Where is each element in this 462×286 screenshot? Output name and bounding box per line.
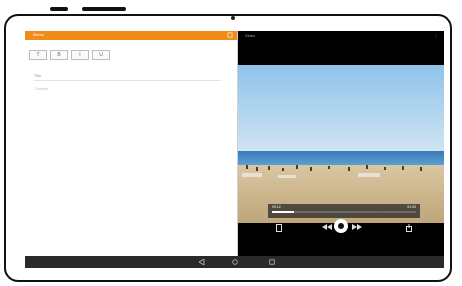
camera-dot (231, 16, 235, 20)
video-app: Video ⋮ 00:12 01:20 (238, 31, 444, 256)
seek-bar[interactable] (272, 211, 416, 213)
home-icon[interactable] (232, 259, 238, 265)
video-action-bar: Video ⋮ (238, 31, 444, 40)
playback-controls (238, 219, 444, 256)
memo-action-bar: Memo (25, 31, 237, 40)
title-underline (34, 80, 221, 81)
pause-button[interactable] (334, 219, 348, 233)
memo-app: Memo T B I U Title Content (25, 31, 237, 256)
elapsed-time: 00:12 (272, 205, 281, 209)
rewind-icon[interactable] (322, 224, 332, 230)
share-icon[interactable] (406, 224, 412, 232)
tool-button-1[interactable]: T (29, 50, 47, 60)
recent-apps-icon[interactable] (269, 259, 275, 265)
seek-bar-fill (272, 211, 294, 213)
navigation-bar (25, 256, 444, 268)
pause-icon (338, 223, 344, 229)
more-options-icon[interactable]: ⋮ (434, 33, 438, 38)
video-frame[interactable] (238, 65, 444, 223)
power-button (82, 7, 126, 11)
total-time: 01:20 (407, 205, 416, 209)
playback-progress-panel: 00:12 01:20 (268, 204, 420, 218)
window-icon[interactable] (276, 224, 282, 232)
content-field[interactable]: Content (34, 86, 48, 91)
back-icon[interactable] (199, 259, 205, 265)
tool-button-3[interactable]: I (71, 50, 89, 60)
title-field-label[interactable]: Title (34, 73, 41, 78)
save-icon[interactable] (227, 32, 233, 38)
memo-title: Memo (33, 32, 45, 37)
volume-button (50, 7, 68, 11)
beach-scene-image (238, 65, 444, 223)
video-title: Video (245, 33, 256, 38)
screen: Memo T B I U Title Content Video ⋮ 00:12… (25, 31, 444, 268)
tool-button-2[interactable]: B (50, 50, 68, 60)
fast-forward-icon[interactable] (352, 224, 362, 230)
formatting-toolbar: T B I U (29, 50, 110, 60)
tool-button-4[interactable]: U (92, 50, 110, 60)
